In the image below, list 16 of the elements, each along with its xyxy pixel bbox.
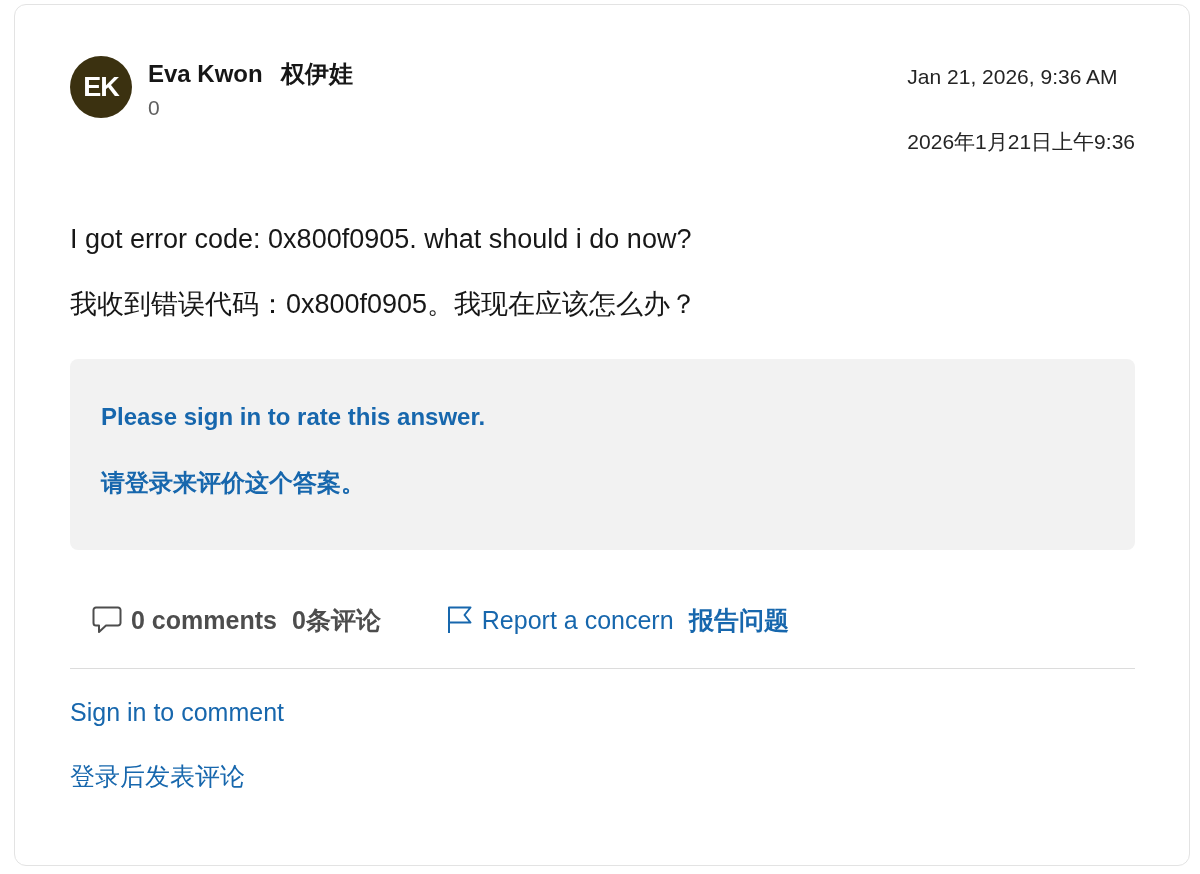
- timestamp: 2026年1月21日上午9:36: [907, 129, 1135, 155]
- author-name-chinese[interactable]: 权伊娃: [280, 59, 353, 89]
- speech-bubble-icon: [92, 606, 122, 634]
- sign-in-to-rate-link[interactable]: 请登录来评价这个答案。: [101, 467, 365, 499]
- flag-icon: [446, 606, 473, 634]
- report-concern-button[interactable]: Report a concern 报告问题: [446, 604, 789, 636]
- post-body-text: 我收到错误代码：0x800f0905。我现在应该怎么办？: [70, 288, 698, 321]
- timestamp: Jan 21, 2026, 9:36 AM: [907, 64, 1119, 90]
- reputation-points: 0: [148, 95, 160, 121]
- sign-in-to-rate-link[interactable]: Please sign in to rate this answer.: [101, 401, 486, 433]
- sign-in-to-comment-link[interactable]: 登录后发表评论: [70, 760, 245, 792]
- avatar: EK: [70, 56, 132, 118]
- author-name[interactable]: Eva Kwon: [148, 59, 263, 89]
- comments-button[interactable]: 0 comments 0条评论: [92, 604, 381, 636]
- post-body-text: I got error code: 0x800f0905. what should i do now?: [70, 223, 692, 256]
- sign-in-to-comment-link[interactable]: Sign in to comment: [70, 696, 284, 728]
